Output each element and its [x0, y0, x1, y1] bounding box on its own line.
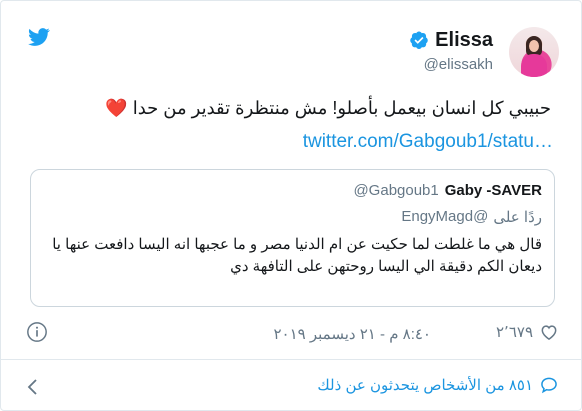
quoted-handle: @Gabgoub1 — [353, 182, 439, 199]
chevron-left-icon[interactable] — [25, 377, 41, 397]
author-name-row: Elissa — [409, 28, 493, 52]
avatar-dress — [521, 54, 547, 77]
tweet-link[interactable]: twitter.com/Gabgoub1/statu… — [303, 131, 553, 153]
verified-badge-icon — [410, 31, 428, 49]
quoted-reply-context: ردًا على @EngyMagd — [401, 208, 542, 226]
embedded-tweet-card: Elissa @elissakh حبيبي كل انسان بيعمل بأ… — [0, 0, 582, 411]
quoted-tweet[interactable]: @Gabgoub1 Gaby -SAVER ردًا على @EngyMagd… — [30, 169, 555, 307]
avatar-face — [529, 40, 539, 52]
tweet-footer: ٨٥١ من الأشخاص يتحدثون عن ذلك — [1, 373, 581, 401]
author-display-name[interactable]: Elissa — [435, 29, 493, 52]
like-button[interactable]: ٢٬٦٧٩ — [496, 322, 559, 342]
tweet-body: حبيبي كل انسان بيعمل بأصلو! مش منتظرة تق… — [132, 98, 551, 118]
twitter-bird-icon[interactable] — [26, 26, 52, 48]
avatar[interactable] — [509, 27, 559, 77]
like-count: ٢٬٦٧٩ — [496, 324, 533, 341]
info-icon[interactable] — [26, 321, 48, 343]
quoted-author-row: @Gabgoub1 Gaby -SAVER — [353, 182, 542, 199]
quoted-display-name: Gaby -SAVER — [444, 182, 542, 199]
tweet-timestamp[interactable]: ٨:٤٠ م - ٢١ ديسمبر ٢٠١٩ — [273, 325, 431, 343]
author-handle[interactable]: @elissakh — [424, 56, 493, 73]
reply-to-handle: @EngyMagd — [401, 208, 489, 225]
red-heart-emoji: ❤️ — [105, 98, 128, 118]
people-talking-text: ٨٥١ من الأشخاص يتحدثون عن ذلك — [317, 377, 533, 394]
tweet-text: حبيبي كل انسان بيعمل بأصلو! مش منتظرة تق… — [51, 96, 551, 120]
tweet-meta-row: ٨:٤٠ م - ٢١ ديسمبر ٢٠١٩ ٢٬٦٧٩ — [1, 319, 581, 347]
divider — [1, 359, 581, 360]
speech-bubble-icon — [541, 377, 557, 394]
reply-label: ردًا على — [493, 209, 542, 226]
heart-icon — [541, 325, 557, 340]
people-talking-link[interactable]: ٨٥١ من الأشخاص يتحدثون عن ذلك — [317, 375, 559, 395]
quoted-text: قال هي ما غلطت لما حكيت عن ام الدنيا مصر… — [52, 236, 542, 275]
